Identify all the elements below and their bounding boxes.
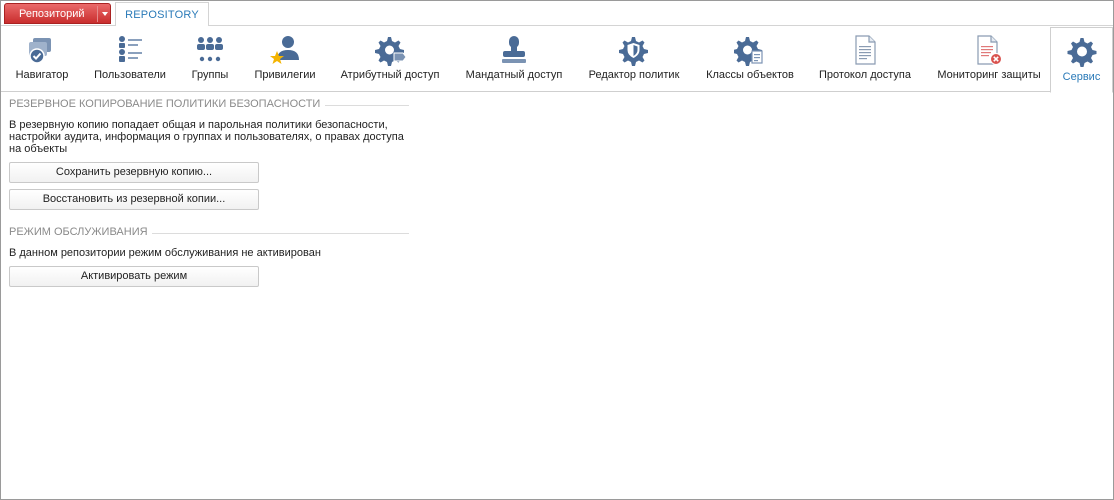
ribbon-item-security-monitoring[interactable]: Мониторинг защиты bbox=[933, 26, 1045, 92]
object-classes-icon bbox=[734, 37, 763, 66]
ribbon-item-label: Мониторинг защиты bbox=[937, 69, 1041, 81]
ribbon: Навигатор Пользователи Группы Привилегии… bbox=[1, 26, 1113, 93]
repository-menu-label: Репозиторий bbox=[19, 8, 85, 20]
maintenance-section-title: РЕЖИМ ОБСЛУЖИВАНИЯ bbox=[9, 226, 409, 240]
ribbon-item-label: Классы объектов bbox=[706, 69, 794, 81]
top-toolbar: Репозиторий REPOSITORY bbox=[1, 1, 1113, 27]
ribbon-item-navigator[interactable]: Навигатор bbox=[3, 26, 81, 92]
maintenance-section-title-text: РЕЖИМ ОБСЛУЖИВАНИЯ bbox=[9, 226, 148, 238]
ribbon-item-access-log[interactable]: Протокол доступа bbox=[813, 26, 917, 92]
ribbon-item-label: Пользователи bbox=[94, 69, 166, 81]
navigator-icon bbox=[29, 38, 51, 64]
attribute-access-icon bbox=[375, 37, 406, 66]
privileges-icon bbox=[270, 36, 299, 64]
service-gear-icon bbox=[1067, 38, 1097, 67]
security-monitoring-icon bbox=[977, 35, 1002, 65]
ribbon-item-label: Группы bbox=[191, 69, 229, 81]
ribbon-item-policy-editor[interactable]: Редактор политик bbox=[585, 26, 683, 92]
ribbon-item-attribute-access[interactable]: Атрибутный доступ bbox=[337, 26, 443, 92]
backup-section-title-text: РЕЗЕРВНОЕ КОПИРОВАНИЕ ПОЛИТИКИ БЕЗОПАСНО… bbox=[9, 98, 321, 110]
ribbon-item-groups[interactable]: Группы bbox=[181, 26, 239, 92]
section-divider bbox=[325, 105, 409, 106]
caret-down-icon[interactable] bbox=[102, 12, 108, 16]
maintenance-status-text: В данном репозитории режим обслуживания … bbox=[9, 247, 321, 259]
ribbon-item-label: Привилегии bbox=[254, 69, 316, 81]
description-line: настройки аудита, информация о группах и… bbox=[9, 131, 404, 143]
ribbon-item-users[interactable]: Пользователи bbox=[85, 26, 175, 92]
ribbon-item-label: Редактор политик bbox=[588, 69, 680, 81]
window-frame: Репозиторий REPOSITORY Навигатор Пользов… bbox=[0, 0, 1114, 500]
backup-section-title: РЕЗЕРВНОЕ КОПИРОВАНИЕ ПОЛИТИКИ БЕЗОПАСНО… bbox=[9, 98, 409, 112]
service-content: РЕЗЕРВНОЕ КОПИРОВАНИЕ ПОЛИТИКИ БЕЗОПАСНО… bbox=[9, 98, 409, 287]
ribbon-item-label: Сервис bbox=[1062, 71, 1101, 83]
groups-icon bbox=[197, 37, 223, 62]
description-line: В резервную копию попадает общая и парол… bbox=[9, 119, 388, 131]
ribbon-item-mandatory-access[interactable]: Мандатный доступ bbox=[459, 26, 569, 92]
ribbon-item-label: Мандатный доступ bbox=[465, 69, 563, 81]
users-list-icon bbox=[119, 36, 142, 62]
ribbon-item-label: Навигатор bbox=[15, 69, 69, 81]
ribbon-item-privileges[interactable]: Привилегии bbox=[247, 26, 323, 92]
save-backup-button[interactable]: Сохранить резервную копию... bbox=[9, 162, 259, 183]
ribbon-item-label: Протокол доступа bbox=[819, 69, 911, 81]
access-log-icon bbox=[855, 35, 876, 65]
activate-maintenance-button[interactable]: Активировать режим bbox=[9, 266, 259, 287]
policy-editor-icon bbox=[619, 37, 648, 66]
button-separator bbox=[97, 6, 98, 22]
mandatory-access-icon bbox=[502, 36, 526, 63]
tab-repository[interactable]: REPOSITORY bbox=[115, 2, 209, 27]
backup-description: В резервную копию попадает общая и парол… bbox=[9, 119, 409, 155]
section-divider bbox=[152, 233, 409, 234]
ribbon-item-object-classes[interactable]: Классы объектов bbox=[699, 26, 801, 92]
repository-menu-button[interactable]: Репозиторий bbox=[4, 3, 111, 24]
description-line: на объекты bbox=[9, 143, 68, 155]
ribbon-item-label: Атрибутный доступ bbox=[340, 69, 440, 81]
restore-backup-button[interactable]: Восстановить из резервной копии... bbox=[9, 189, 259, 210]
ribbon-item-service[interactable]: Сервис bbox=[1050, 27, 1113, 93]
